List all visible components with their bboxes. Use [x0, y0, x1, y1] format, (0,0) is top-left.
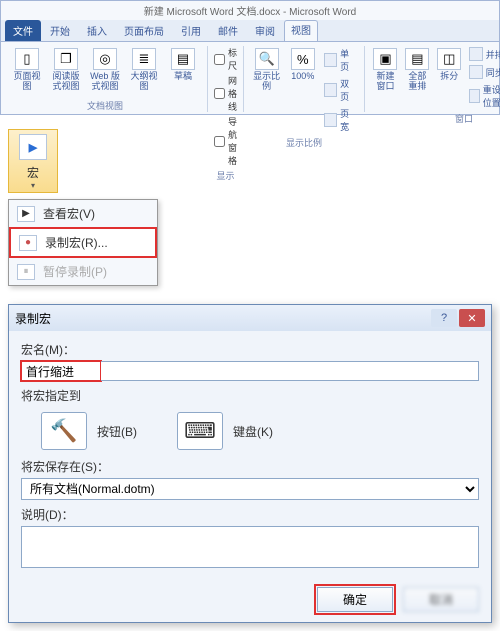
side-button[interactable]: 并排查看 [467, 46, 500, 62]
description-textarea[interactable] [21, 526, 479, 568]
view-macros-icon: ▶ [17, 206, 35, 222]
record-macro-dialog: 录制宏 ? ✕ 宏名(M)： 将宏指定到 🔨 按钮(B) ⌨ 键盘(K) 将宏保… [8, 304, 492, 623]
grid-checkbox[interactable]: 网格线 [214, 74, 237, 113]
title-bar: 新建 Microsoft Word 文档.docx - Microsoft Wo… [1, 1, 499, 20]
macro-menu: ▶查看宏(V) ●录制宏(R)... ⏸暂停录制(P) [8, 199, 158, 286]
menu-record-macro[interactable]: ●录制宏(R)... [9, 227, 157, 258]
read-view-icon: ❐ [54, 48, 78, 70]
dialog-title: 录制宏 [15, 310, 51, 327]
group-views-label: 文档视图 [9, 97, 201, 112]
cancel-button[interactable]: 取消 [403, 587, 479, 612]
dialog-titlebar: 录制宏 ? ✕ [9, 305, 491, 331]
store-label: 将宏保存在(S)： [21, 458, 479, 475]
name-label: 宏名(M)： [21, 341, 479, 358]
read-view-button[interactable]: ❐阅读版式视图 [48, 46, 84, 94]
group-window-label: 窗口 [371, 110, 500, 125]
web-view-button[interactable]: ◎Web 版式视图 [87, 46, 123, 94]
group-show: 标尺 网格线 导航窗格 显示 [208, 46, 244, 112]
group-zoom: 🔍显示比例 %100% 单页 双页 页宽 显示比例 [244, 46, 365, 112]
outline-view-icon: ≣ [132, 48, 156, 70]
arrange-icon: ▤ [405, 48, 429, 70]
ribbon-body: ▯页面视图 ❐阅读版式视图 ◎Web 版式视图 ≣大纲视图 ▤草稿 文档视图 标… [1, 42, 499, 114]
tab-mail[interactable]: 邮件 [210, 20, 246, 41]
macro-button-icon: ▶ [19, 134, 47, 160]
keyboard-icon: ⌨ [177, 412, 223, 450]
page-view-icon: ▯ [15, 48, 39, 70]
ribbon-tabs: 文件 开始 插入 页面布局 引用 邮件 审阅 视图 [1, 20, 499, 42]
chevron-down-icon: ▾ [31, 181, 35, 190]
width-button[interactable]: 页宽 [322, 106, 358, 134]
tab-file[interactable]: 文件 [5, 20, 41, 41]
help-button[interactable]: ? [431, 309, 457, 327]
outline-view-button[interactable]: ≣大纲视图 [126, 46, 162, 94]
ok-button[interactable]: 确定 [317, 587, 393, 612]
group-show-label: 显示 [214, 167, 237, 182]
nav-checkbox[interactable]: 导航窗格 [214, 115, 237, 167]
hundred-icon: % [291, 48, 315, 70]
tab-layout[interactable]: 页面布局 [116, 20, 172, 41]
onepage-button[interactable]: 单页 [322, 46, 358, 74]
macro-name-input-rest[interactable] [101, 361, 479, 381]
macro-split-button[interactable]: ▶ 宏 ▾ [8, 129, 58, 193]
hammer-icon: 🔨 [41, 412, 87, 450]
group-views: ▯页面视图 ❐阅读版式视图 ◎Web 版式视图 ≣大纲视图 ▤草稿 文档视图 [3, 46, 208, 112]
tab-review[interactable]: 审阅 [247, 20, 283, 41]
pause-icon: ⏸ [17, 264, 35, 280]
tab-insert[interactable]: 插入 [79, 20, 115, 41]
tab-ref[interactable]: 引用 [173, 20, 209, 41]
menu-view-macros[interactable]: ▶查看宏(V) [9, 200, 157, 227]
page-view-button[interactable]: ▯页面视图 [9, 46, 45, 94]
record-macro-icon: ● [19, 235, 37, 251]
new-window-icon: ▣ [373, 48, 397, 70]
split-icon: ◫ [437, 48, 461, 70]
tab-view[interactable]: 视图 [284, 20, 318, 41]
close-button[interactable]: ✕ [459, 309, 485, 327]
new-window-button[interactable]: ▣新建窗口 [371, 46, 400, 94]
web-view-icon: ◎ [93, 48, 117, 70]
macro-dropdown-area: ▶ 宏 ▾ ▶查看宏(V) ●录制宏(R)... ⏸暂停录制(P) [8, 129, 500, 286]
twopage-button[interactable]: 双页 [322, 76, 358, 104]
split-button[interactable]: ◫拆分 [435, 46, 464, 84]
assign-button-button[interactable]: 🔨 按钮(B) [41, 412, 137, 450]
group-window: ▣新建窗口 ▤全部重排 ◫拆分 并排查看 同步滚动 重设窗口位置 ▭切换窗口 窗… [365, 46, 500, 112]
group-zoom-label: 显示比例 [250, 134, 358, 149]
desc-label: 说明(D)： [21, 506, 479, 523]
sync-button[interactable]: 同步滚动 [467, 64, 500, 80]
tab-home[interactable]: 开始 [42, 20, 78, 41]
draft-view-button[interactable]: ▤草稿 [165, 46, 201, 84]
assign-keyboard-button[interactable]: ⌨ 键盘(K) [177, 412, 273, 450]
store-select[interactable]: 所有文档(Normal.dotm) [21, 478, 479, 500]
zoom-button[interactable]: 🔍显示比例 [250, 46, 283, 94]
arrange-all-button[interactable]: ▤全部重排 [403, 46, 432, 94]
ribbon: 新建 Microsoft Word 文档.docx - Microsoft Wo… [0, 0, 500, 115]
zoom-icon: 🔍 [255, 48, 279, 70]
hundred-button[interactable]: %100% [286, 46, 319, 84]
reset-button[interactable]: 重设窗口位置 [467, 82, 500, 110]
macro-name-input[interactable] [21, 361, 101, 381]
draft-view-icon: ▤ [171, 48, 195, 70]
assign-label: 将宏指定到 [21, 387, 479, 404]
menu-pause-recording: ⏸暂停录制(P) [9, 258, 157, 285]
ruler-checkbox[interactable]: 标尺 [214, 46, 237, 72]
